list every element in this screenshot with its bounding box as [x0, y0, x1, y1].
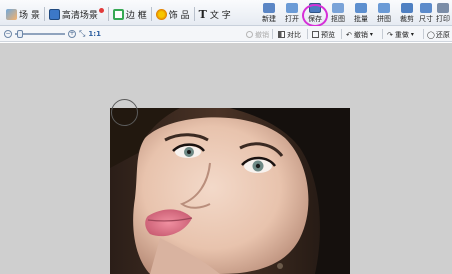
- preview-label: 预览: [321, 30, 335, 39]
- new-icon: [263, 3, 275, 13]
- zoom-control: − + ⤡ 1:1: [4, 29, 101, 39]
- collage-icon: [378, 3, 390, 13]
- save-highlight-ring: [302, 4, 328, 27]
- crop-icon: [401, 3, 413, 13]
- fit-screen-icon[interactable]: ⤡: [79, 29, 85, 39]
- new-button-label: 新建: [262, 15, 276, 23]
- divider: [382, 29, 383, 39]
- cutout-button[interactable]: 抠图: [327, 3, 349, 25]
- divider: [341, 29, 342, 39]
- undo-label: 撤销: [353, 30, 368, 39]
- batch-button-label: 批量: [354, 15, 368, 23]
- edit-toolbar: − + ⤡ 1:1 撤销 对比 预览 ↶ 撤销 ▾ ↷ 重做 ▾ ◯ 还原: [0, 26, 452, 42]
- print-button[interactable]: 打印: [432, 3, 452, 25]
- compare-label: 对比: [287, 30, 301, 39]
- undo-icon: ↶: [346, 30, 352, 39]
- redo-button[interactable]: ↷ 重做 ▾: [387, 29, 414, 40]
- portrait-photo-image: [110, 108, 350, 274]
- compare-icon: [278, 31, 285, 38]
- undo-history-button[interactable]: 撤销: [246, 29, 269, 40]
- new-button[interactable]: 新建: [258, 3, 280, 25]
- restore-button[interactable]: ◯ 还原: [427, 29, 450, 40]
- divider: [423, 29, 424, 39]
- collage-button[interactable]: 拼图: [373, 3, 395, 25]
- print-button-label: 打印: [436, 15, 450, 23]
- history-icon: [246, 31, 253, 38]
- resize-icon: [420, 3, 432, 13]
- zoom-slider-thumb[interactable]: [17, 30, 23, 38]
- print-icon: [437, 3, 449, 13]
- zoom-out-icon[interactable]: −: [4, 30, 12, 38]
- cutout-icon: [332, 3, 344, 13]
- undo-history-label: 撤销: [255, 30, 269, 39]
- collage-button-label: 拼图: [377, 15, 391, 23]
- open-folder-icon: [286, 3, 298, 13]
- restore-label: 还原: [435, 30, 450, 39]
- open-button-label: 打开: [285, 15, 299, 23]
- chevron-down-icon[interactable]: ▾: [411, 31, 414, 38]
- divider: [272, 29, 273, 39]
- redo-icon: ↷: [387, 30, 393, 39]
- zoom-in-icon[interactable]: +: [68, 30, 76, 38]
- chevron-down-icon[interactable]: ▾: [370, 31, 373, 38]
- batch-icon: [355, 3, 367, 13]
- compare-button[interactable]: 对比: [278, 29, 301, 40]
- brush-cursor-ring: [111, 99, 138, 126]
- main-toolbar: 场 景 高清场景 边 框 饰 品 T 文 字 新建 打开 保存 抠图 批量 拼图…: [0, 0, 452, 27]
- restore-icon: ◯: [427, 30, 435, 39]
- batch-button[interactable]: 批量: [350, 3, 372, 25]
- undo-button[interactable]: ↶ 撤销 ▾: [346, 29, 373, 40]
- redo-label: 重做: [394, 30, 409, 39]
- open-button[interactable]: 打开: [281, 3, 303, 25]
- preview-icon: [312, 31, 319, 38]
- zoom-ratio-button[interactable]: 1:1: [88, 30, 101, 38]
- cutout-button-label: 抠图: [331, 15, 345, 23]
- portrait-photo[interactable]: [110, 108, 350, 274]
- zoom-slider[interactable]: [15, 30, 65, 38]
- preview-button[interactable]: 预览: [312, 29, 335, 40]
- divider: [307, 29, 308, 39]
- file-tools: 新建 打开 保存 抠图 批量 拼图 裁剪 尺寸 打印: [0, 3, 452, 25]
